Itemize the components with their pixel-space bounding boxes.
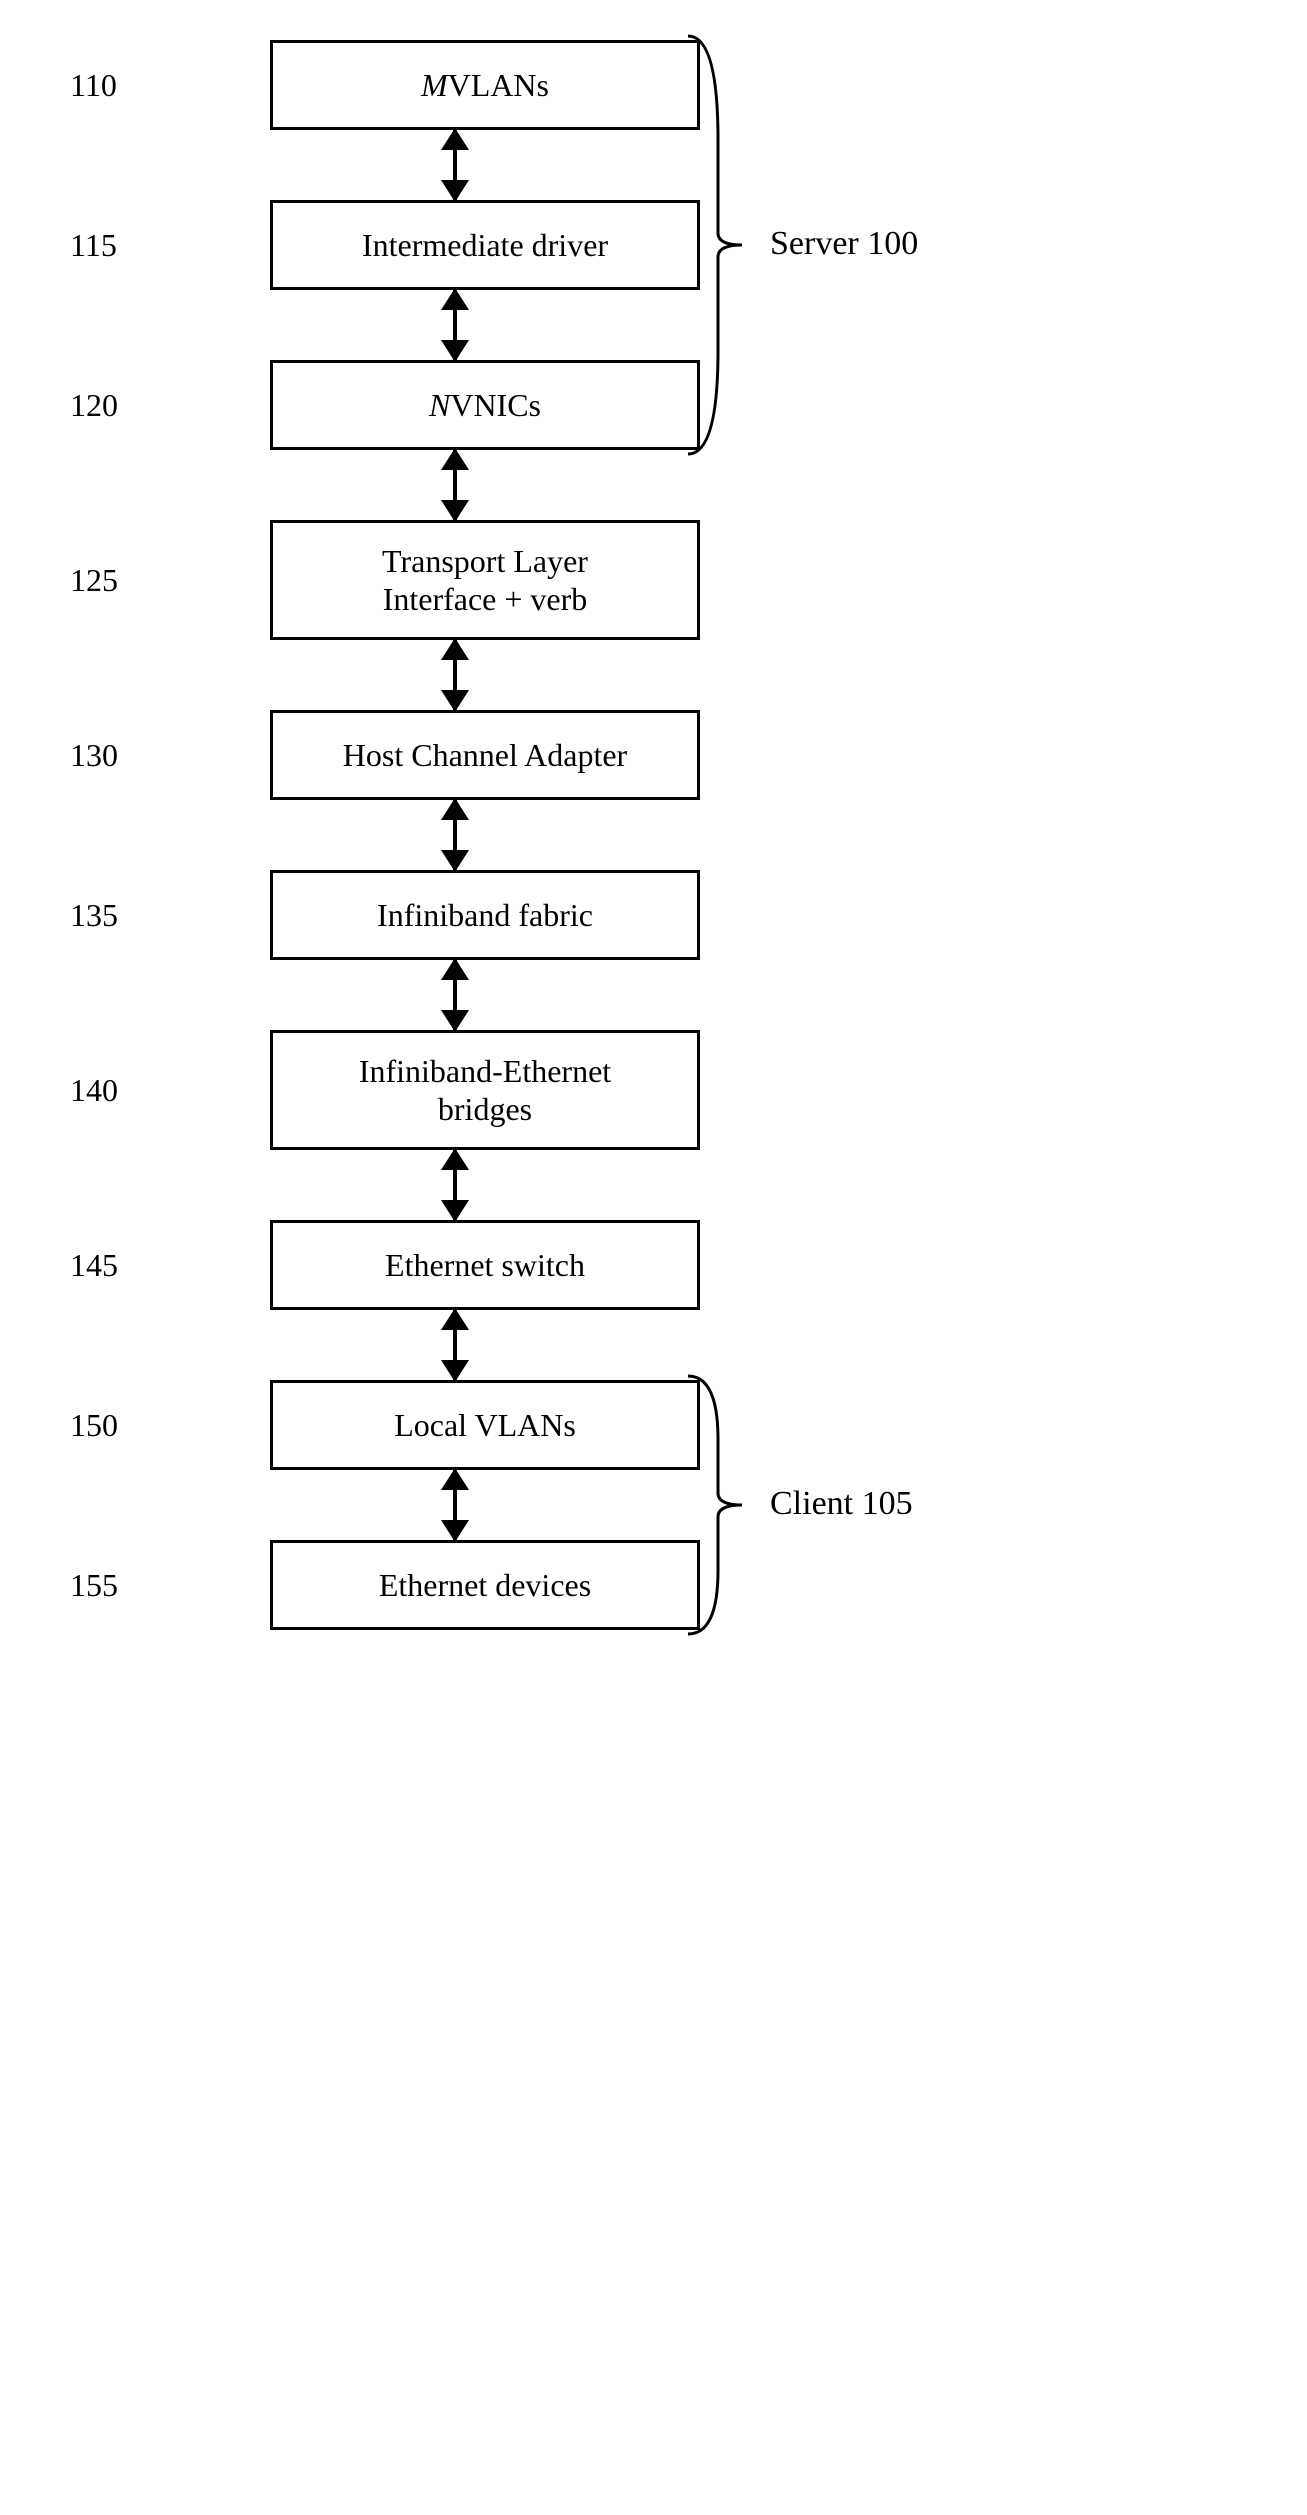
diagram-box: M VLANs <box>270 40 700 130</box>
bidirectional-arrow <box>240 800 670 870</box>
diagram-row: 130Host Channel Adapter <box>40 710 1240 800</box>
group-label: Server 100 <box>770 225 918 263</box>
diagram-box: Infiniband-Ethernetbridges <box>270 1030 700 1150</box>
group-label: Client 105 <box>770 1485 913 1523</box>
diagram-row: 155Ethernet devices <box>40 1540 1240 1630</box>
diagram-box: Ethernet devices <box>270 1540 700 1630</box>
reference-number: 145 <box>40 1247 270 1284</box>
reference-number: 110 <box>40 67 270 104</box>
diagram-row: 110M VLANs <box>40 40 1240 130</box>
bidirectional-arrow <box>240 960 670 1030</box>
bidirectional-arrow <box>240 640 670 710</box>
reference-number: 115 <box>40 227 270 264</box>
reference-number: 120 <box>40 387 270 424</box>
bidirectional-arrow <box>240 1470 670 1540</box>
reference-number: 130 <box>40 737 270 774</box>
diagram-box: Infiniband fabric <box>270 870 700 960</box>
bidirectional-arrow <box>240 1150 670 1220</box>
diagram-box: N VNICs <box>270 360 700 450</box>
diagram-row: 120N VNICs <box>40 360 1240 450</box>
diagram-row: 115Intermediate driver <box>40 200 1240 290</box>
reference-number: 125 <box>40 562 270 599</box>
diagram-row: 140Infiniband-Ethernetbridges <box>40 1030 1240 1150</box>
diagram-box: Host Channel Adapter <box>270 710 700 800</box>
reference-number: 150 <box>40 1407 270 1444</box>
diagram-row: 135Infiniband fabric <box>40 870 1240 960</box>
diagram-box: Ethernet switch <box>270 1220 700 1310</box>
diagram-box: Local VLANs <box>270 1380 700 1470</box>
diagram-row: 145Ethernet switch <box>40 1220 1240 1310</box>
reference-number: 135 <box>40 897 270 934</box>
bidirectional-arrow <box>240 130 670 200</box>
bidirectional-arrow <box>240 450 670 520</box>
curly-brace <box>680 34 760 456</box>
diagram-box: Transport LayerInterface + verb <box>270 520 700 640</box>
reference-number: 155 <box>40 1567 270 1604</box>
bidirectional-arrow <box>240 1310 670 1380</box>
bidirectional-arrow <box>240 290 670 360</box>
diagram-row: 125Transport LayerInterface + verb <box>40 520 1240 640</box>
reference-number: 140 <box>40 1072 270 1109</box>
diagram-row: 150Local VLANs <box>40 1380 1240 1470</box>
curly-brace <box>680 1374 760 1636</box>
diagram-box: Intermediate driver <box>270 200 700 290</box>
